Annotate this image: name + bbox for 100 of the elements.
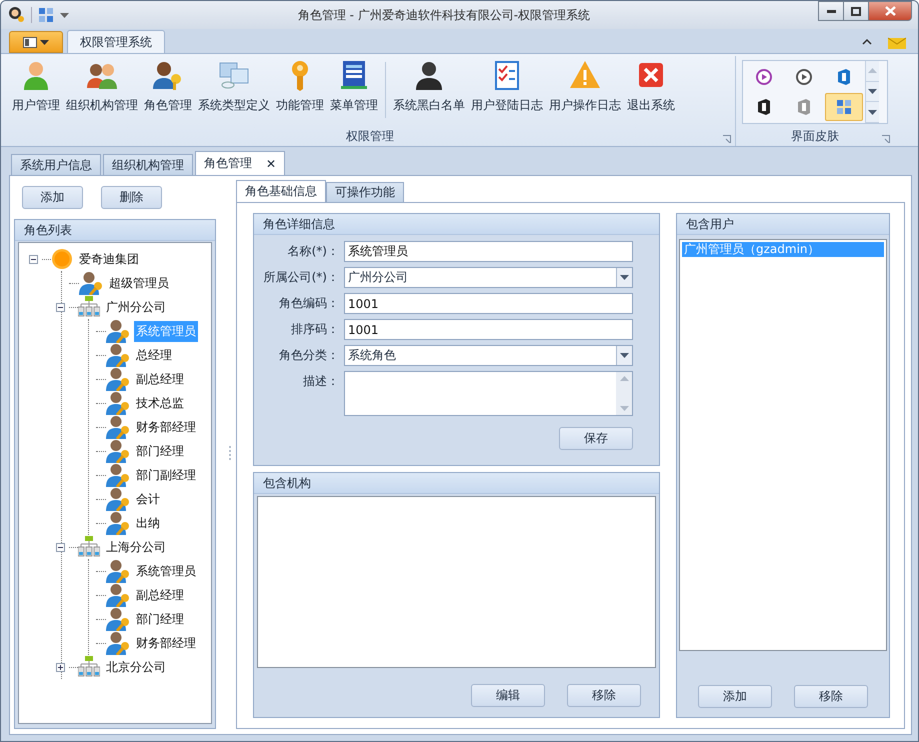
user-key-icon <box>106 559 130 583</box>
arrow-up-icon <box>620 376 628 381</box>
skin-icon <box>835 68 853 86</box>
maximize-icon <box>851 6 861 16</box>
ribbon-button[interactable]: 用户操作日志 <box>546 56 624 117</box>
field-label: 排序码： <box>290 321 339 338</box>
input-field[interactable]: 1001 <box>344 293 633 314</box>
tab[interactable]: 可操作功能 <box>326 182 404 202</box>
collapse-icon[interactable] <box>56 302 65 312</box>
action-button[interactable]: 移除 <box>794 685 868 708</box>
field-label: 描述： <box>302 373 339 390</box>
action-button[interactable]: 添加 <box>698 685 772 708</box>
skin-icon <box>755 68 773 86</box>
window-list-icon <box>338 59 370 91</box>
caret-icon <box>620 275 629 280</box>
minimize-icon <box>826 10 836 12</box>
panel-title: 角色详细信息 <box>254 214 659 235</box>
dropdown-field[interactable]: 广州分公司 <box>344 267 633 288</box>
save-button[interactable]: 保存 <box>559 427 633 450</box>
field-label: 名称(*)： <box>286 243 339 260</box>
ribbon-button[interactable]: 菜单管理 <box>327 56 381 117</box>
ribbon-button[interactable]: 角色管理 <box>141 56 195 117</box>
action-button[interactable]: 编辑 <box>471 684 545 707</box>
input-field[interactable]: 系统管理员 <box>344 241 633 262</box>
user-key-icon <box>106 463 130 487</box>
skin-icon <box>795 68 813 86</box>
skin-icon <box>755 98 773 116</box>
arrow-down-icon <box>620 406 628 411</box>
dropdown-field[interactable]: 系统角色 <box>344 345 633 366</box>
close-tab-button[interactable]: ✕ <box>266 156 276 170</box>
panel-title: 包含机构 <box>254 473 659 494</box>
input-field[interactable]: 1001 <box>344 319 633 340</box>
tree-item[interactable]: 部门经理 <box>134 440 186 462</box>
caret-icon <box>40 40 49 44</box>
user-key-icon <box>106 391 130 415</box>
user-key-icon <box>106 607 130 631</box>
tree-item[interactable]: 部门副经理 <box>134 464 198 486</box>
window-title: 角色管理 - 广州爱奇迪软件科技有限公司-权限管理系统 <box>296 6 592 24</box>
tree-item[interactable]: 系统管理员 <box>134 560 198 582</box>
tab[interactable]: 角色基础信息 <box>236 180 326 202</box>
user-key-icon <box>106 415 130 439</box>
silhouette-icon <box>413 59 445 91</box>
tree-item[interactable]: 北京分公司 <box>104 656 168 678</box>
group-label: 界面皮肤 <box>740 128 890 146</box>
person-key-icon <box>152 59 184 91</box>
ribbon-button[interactable]: 系统类型定义 <box>195 56 273 117</box>
tree-item[interactable]: 出纳 <box>134 512 162 534</box>
collapse-ribbon-icon[interactable] <box>862 38 872 45</box>
sun-icon <box>51 248 73 270</box>
skin-icon <box>835 98 853 116</box>
hierarchy-icon <box>78 536 100 558</box>
document-tab[interactable]: 组织机构管理 <box>103 154 193 175</box>
document-tab[interactable]: 系统用户信息 <box>11 154 101 175</box>
gallery-more-button[interactable] <box>866 102 879 124</box>
document-tab[interactable]: 角色管理 ✕ <box>195 151 286 175</box>
tree-item[interactable]: 财务部经理 <box>134 632 198 654</box>
ribbon-tab[interactable]: 权限管理系统 <box>67 30 165 53</box>
tree-item[interactable]: 超级管理员 <box>107 272 171 294</box>
tree-item[interactable]: 上海分公司 <box>104 536 168 558</box>
dialog-launcher-icon[interactable] <box>882 135 890 143</box>
dialog-launcher-icon[interactable] <box>723 135 731 143</box>
ribbon-button[interactable]: 用户管理 <box>9 56 63 117</box>
ribbon-button[interactable]: 功能管理 <box>273 56 327 117</box>
ribbon-button[interactable]: 组织机构管理 <box>63 56 141 117</box>
group-label: 权限管理 <box>9 128 731 146</box>
arrow-up-icon <box>868 68 877 74</box>
close-button[interactable] <box>868 1 912 21</box>
caret-icon <box>60 12 69 18</box>
tree-item[interactable]: 技术总监 <box>134 392 186 414</box>
layout-icon[interactable] <box>38 7 54 23</box>
text-area[interactable] <box>344 371 633 416</box>
arrow-down-icon <box>868 89 877 94</box>
tree-item[interactable]: 爱奇迪集团 <box>77 248 141 270</box>
collapse-icon[interactable] <box>56 542 65 552</box>
toolbar-button[interactable]: 删除 <box>101 186 162 209</box>
caret-icon <box>620 353 629 358</box>
scroll-down-button[interactable] <box>866 82 879 102</box>
ribbon-button[interactable]: 用户登陆日志 <box>468 56 546 117</box>
hierarchy-icon <box>78 656 100 678</box>
app-icon[interactable] <box>7 6 25 24</box>
collapse-icon[interactable] <box>29 254 38 264</box>
tree-item[interactable]: 总经理 <box>134 344 174 366</box>
application-menu-button[interactable] <box>9 31 63 53</box>
minimize-button[interactable] <box>818 1 844 21</box>
tree-item[interactable]: 财务部经理 <box>134 416 198 438</box>
action-button[interactable]: 移除 <box>567 684 641 707</box>
toolbar-button[interactable]: 添加 <box>22 186 83 209</box>
tree-item[interactable]: 副总经理 <box>134 584 186 606</box>
tree-item[interactable]: 广州分公司 <box>104 296 168 318</box>
panel-title: 角色列表 <box>15 220 215 241</box>
skin-icon <box>795 98 813 116</box>
expand-icon[interactable] <box>56 662 65 672</box>
user-key-icon <box>106 631 130 655</box>
tree-item[interactable]: 会计 <box>134 488 162 510</box>
ribbon-button[interactable]: 系统黑白名单 <box>390 56 468 117</box>
tree-item[interactable]: 副总经理 <box>134 368 186 390</box>
tree-item[interactable]: 部门经理 <box>134 608 186 630</box>
maximize-button[interactable] <box>843 1 869 21</box>
hierarchy-icon <box>78 296 100 318</box>
ribbon-button[interactable]: 退出系统 <box>624 56 678 117</box>
